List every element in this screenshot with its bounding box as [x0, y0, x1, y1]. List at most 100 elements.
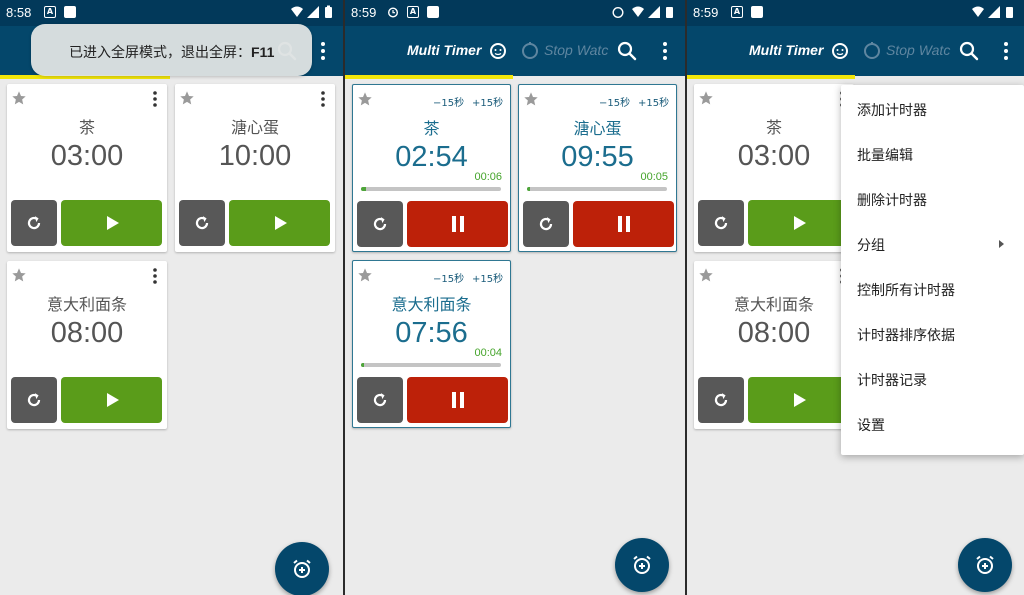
- toast-key: F11: [251, 44, 275, 60]
- timer-card-tea[interactable]: −15秒 +15秒 茶 02:54 00:06: [352, 84, 511, 252]
- elapsed-time: 00:05: [640, 171, 668, 183]
- reset-button[interactable]: [698, 200, 744, 246]
- add-timer-fab[interactable]: [958, 538, 1012, 592]
- notification-a-icon: A: [407, 6, 419, 18]
- reset-button[interactable]: [11, 200, 57, 246]
- timer-name: 溏心蛋: [230, 118, 279, 137]
- play-icon: [793, 216, 806, 230]
- menu-item-add-timer[interactable]: 添加计时器: [857, 100, 927, 120]
- tab-multi-timer[interactable]: Multi Timer: [749, 42, 823, 58]
- tab-stopwatch[interactable]: Stop Watc: [886, 42, 950, 58]
- add-timer-fab[interactable]: [275, 542, 329, 595]
- pause-button[interactable]: [407, 201, 508, 247]
- menu-item-sort-by[interactable]: 计时器排序依据: [857, 325, 955, 345]
- play-icon: [274, 216, 287, 230]
- plus-15s-button[interactable]: +15秒: [472, 270, 503, 285]
- overflow-menu-icon[interactable]: [994, 39, 1018, 63]
- star-icon[interactable]: [357, 267, 373, 283]
- tab-stopwatch[interactable]: Stop Watc: [544, 42, 608, 58]
- menu-item-timer-log[interactable]: 计时器记录: [857, 370, 927, 390]
- menu-item-batch-edit[interactable]: 批量编辑: [857, 145, 913, 165]
- search-icon[interactable]: [957, 39, 981, 63]
- search-icon[interactable]: [615, 39, 639, 63]
- add-timer-fab[interactable]: [615, 538, 669, 592]
- timer-name: 茶: [423, 119, 440, 138]
- timer-card-spaghetti[interactable]: −15秒 +15秒 意大利面条 07:56 00:04: [352, 260, 511, 428]
- multi-timer-tab-icon: [490, 43, 506, 59]
- play-button[interactable]: [748, 200, 849, 246]
- play-icon: [106, 393, 119, 407]
- screen-idle-with-toast: 8:58 A 茶 03:00 溏心蛋 10:00 意大利面条 08:00 已进入…: [0, 0, 343, 595]
- card-menu-icon[interactable]: [315, 90, 331, 108]
- minus-15s-button[interactable]: −15秒: [599, 94, 630, 109]
- reset-icon: [27, 216, 41, 230]
- notification-a-icon: A: [731, 6, 743, 18]
- timer-card-spaghetti[interactable]: 意大利面条 08:00: [694, 261, 854, 429]
- timer-card-tea[interactable]: 茶 03:00: [7, 84, 167, 252]
- signal-icon: [648, 6, 660, 18]
- add-alarm-icon: [976, 555, 994, 574]
- timer-card-soft-egg[interactable]: −15秒 +15秒 溏心蛋 09:55 00:05: [518, 84, 677, 252]
- play-icon: [793, 393, 806, 407]
- alarm-icon: [612, 6, 624, 19]
- minus-15s-button[interactable]: −15秒: [433, 270, 464, 285]
- overflow-menu: 添加计时器 批量编辑 删除计时器 分组 控制所有计时器 计时器排序依据 计时器记…: [841, 85, 1024, 455]
- menu-item-group[interactable]: 分组: [857, 235, 885, 255]
- plus-15s-button[interactable]: +15秒: [638, 94, 669, 109]
- wifi-icon: [972, 6, 984, 17]
- play-button[interactable]: [229, 200, 330, 246]
- reset-icon: [373, 217, 387, 231]
- timer-card-soft-egg[interactable]: 溏心蛋 10:00: [175, 84, 335, 252]
- star-icon[interactable]: [11, 90, 27, 106]
- card-menu-icon[interactable]: [147, 267, 163, 285]
- play-button[interactable]: [61, 377, 162, 423]
- reset-icon: [539, 217, 553, 231]
- star-icon[interactable]: [357, 91, 373, 107]
- star-icon[interactable]: [179, 90, 195, 106]
- notification-a-icon: A: [44, 6, 56, 18]
- status-time: 8:58: [6, 5, 32, 20]
- timer-time: 10:00: [218, 140, 292, 172]
- timer-time: 09:55: [561, 141, 634, 173]
- overflow-menu-icon[interactable]: [653, 39, 677, 63]
- timer-name: 溏心蛋: [573, 119, 622, 138]
- pause-icon: [451, 392, 464, 408]
- pause-button[interactable]: [573, 201, 674, 247]
- menu-item-settings[interactable]: 设置: [857, 415, 885, 435]
- reset-button[interactable]: [179, 200, 225, 246]
- overflow-menu-icon[interactable]: [311, 39, 335, 63]
- star-icon[interactable]: [11, 267, 27, 283]
- reset-button[interactable]: [357, 201, 403, 247]
- timer-name: 意大利面条: [46, 295, 127, 314]
- notification-square-icon: [751, 6, 763, 18]
- timer-time: 02:54: [395, 141, 468, 173]
- star-icon[interactable]: [523, 91, 539, 107]
- notification-square-icon: [64, 6, 76, 18]
- reset-button[interactable]: [11, 377, 57, 423]
- timer-card-spaghetti[interactable]: 意大利面条 08:00: [7, 261, 167, 429]
- progress-fill: [527, 187, 530, 191]
- timer-card-tea[interactable]: 茶 03:00: [694, 84, 854, 252]
- multi-timer-tab-icon: [832, 43, 848, 59]
- card-menu-icon[interactable]: [147, 90, 163, 108]
- reset-icon: [195, 216, 209, 230]
- tab-multi-timer[interactable]: Multi Timer: [407, 42, 481, 58]
- timer-time: 03:00: [50, 140, 124, 172]
- pause-button[interactable]: [407, 377, 508, 423]
- reset-button[interactable]: [523, 201, 569, 247]
- menu-item-control-all[interactable]: 控制所有计时器: [857, 280, 955, 300]
- play-button[interactable]: [61, 200, 162, 246]
- pause-icon: [451, 216, 464, 232]
- pause-icon: [617, 216, 630, 232]
- reset-button[interactable]: [698, 377, 744, 423]
- status-bar: 8:59 A: [345, 0, 685, 26]
- minus-15s-button[interactable]: −15秒: [433, 94, 464, 109]
- play-button[interactable]: [748, 377, 849, 423]
- star-icon[interactable]: [698, 90, 714, 106]
- timer-time: 08:00: [50, 317, 124, 349]
- reset-button[interactable]: [357, 377, 403, 423]
- menu-item-delete-timer[interactable]: 删除计时器: [857, 190, 927, 210]
- battery-icon: [1006, 7, 1013, 18]
- plus-15s-button[interactable]: +15秒: [472, 94, 503, 109]
- star-icon[interactable]: [698, 267, 714, 283]
